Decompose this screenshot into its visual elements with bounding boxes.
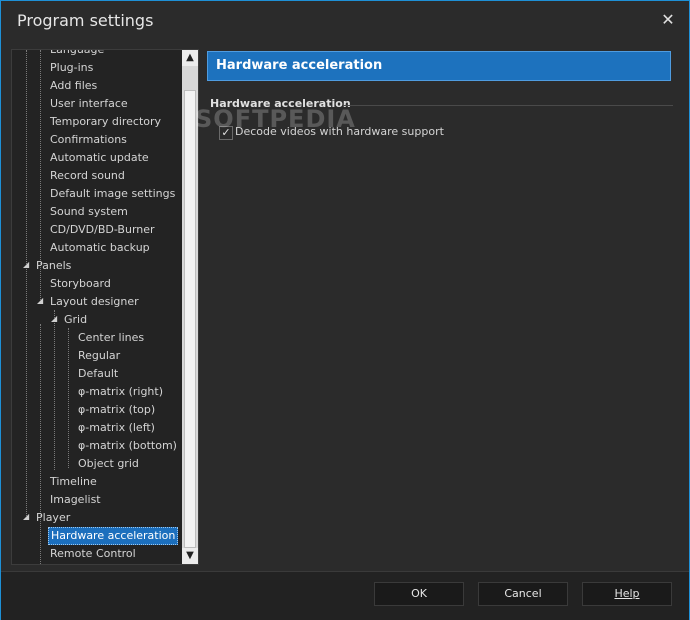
tree-item-hardware-acceleration[interactable]: Hardware acceleration xyxy=(48,527,179,545)
cancel-button-label: Cancel xyxy=(504,587,542,600)
tree-item-automatic-update[interactable]: Automatic update xyxy=(50,149,149,167)
expand-layout-designer-icon[interactable]: ◢ xyxy=(37,296,43,305)
group-divider xyxy=(343,105,673,106)
window-title: Program settings xyxy=(17,11,154,30)
softpedia-watermark: SOFTPEDIA xyxy=(195,105,356,133)
tree-item-phi-matrix-left[interactable]: φ-matrix (left) xyxy=(78,419,155,437)
tree-item-confirmations[interactable]: Confirmations xyxy=(50,131,127,149)
ok-button-label: OK xyxy=(411,587,427,600)
tree-item-language[interactable]: Language xyxy=(50,50,104,59)
tree-item-regular[interactable]: Regular xyxy=(78,347,120,365)
tree-item-temporary-directory[interactable]: Temporary directory xyxy=(50,113,161,131)
close-icon[interactable]: ✕ xyxy=(657,9,679,31)
section-header: Hardware acceleration xyxy=(207,51,671,81)
tree-item-grid[interactable]: Grid xyxy=(64,311,87,329)
tree-item-add-files[interactable]: Add files xyxy=(50,77,97,95)
tree-item-remote-control[interactable]: Remote Control xyxy=(50,545,136,563)
tree-item-player[interactable]: Player xyxy=(36,509,70,527)
tree-item-timeline[interactable]: Timeline xyxy=(50,473,97,491)
scroll-up-icon[interactable]: ▲ xyxy=(182,50,198,66)
tree-item-phi-matrix-top[interactable]: φ-matrix (top) xyxy=(78,401,155,419)
tree-items: Language Plug-ins Add files User interfa… xyxy=(12,50,182,564)
settings-tree: Language Plug-ins Add files User interfa… xyxy=(11,49,199,565)
tree-item-phi-matrix-bottom[interactable]: φ-matrix (bottom) xyxy=(78,437,177,455)
help-button[interactable]: Help xyxy=(582,582,672,606)
tree-item-center-lines[interactable]: Center lines xyxy=(78,329,144,347)
tree-item-storyboard[interactable]: Storyboard xyxy=(50,275,111,293)
tree-item-plugins[interactable]: Plug-ins xyxy=(50,59,93,77)
cancel-button[interactable]: Cancel xyxy=(478,582,568,606)
dialog-footer: OK Cancel Help xyxy=(1,571,689,620)
tree-item-imagelist[interactable]: Imagelist xyxy=(50,491,101,509)
tree-item-user-interface[interactable]: User interface xyxy=(50,95,128,113)
tree-item-phi-matrix-right[interactable]: φ-matrix (right) xyxy=(78,383,163,401)
tree-item-automatic-backup[interactable]: Automatic backup xyxy=(50,239,150,257)
expand-player-icon[interactable]: ◢ xyxy=(23,512,29,521)
tree-item-record-sound[interactable]: Record sound xyxy=(50,167,125,185)
expand-grid-icon[interactable]: ◢ xyxy=(51,314,57,323)
scroll-down-icon[interactable]: ▼ xyxy=(182,548,198,564)
title-bar: Program settings ✕ xyxy=(1,1,689,41)
tree-item-default[interactable]: Default xyxy=(78,365,118,383)
tree-item-layout-designer[interactable]: Layout designer xyxy=(50,293,139,311)
ok-button[interactable]: OK xyxy=(374,582,464,606)
tree-item-cd-dvd-bd-burner[interactable]: CD/DVD/BD-Burner xyxy=(50,221,155,239)
help-button-label: Help xyxy=(614,587,640,600)
settings-window: Program settings ✕ Language Plug-ins Add… xyxy=(0,0,690,620)
tree-item-panels[interactable]: Panels xyxy=(36,257,71,275)
expand-panels-icon[interactable]: ◢ xyxy=(23,260,29,269)
tree-item-default-image-settings[interactable]: Default image settings xyxy=(50,185,175,203)
tree-item-sound-system[interactable]: Sound system xyxy=(50,203,128,221)
tree-item-object-grid[interactable]: Object grid xyxy=(78,455,139,473)
scrollbar-thumb[interactable] xyxy=(184,90,196,548)
